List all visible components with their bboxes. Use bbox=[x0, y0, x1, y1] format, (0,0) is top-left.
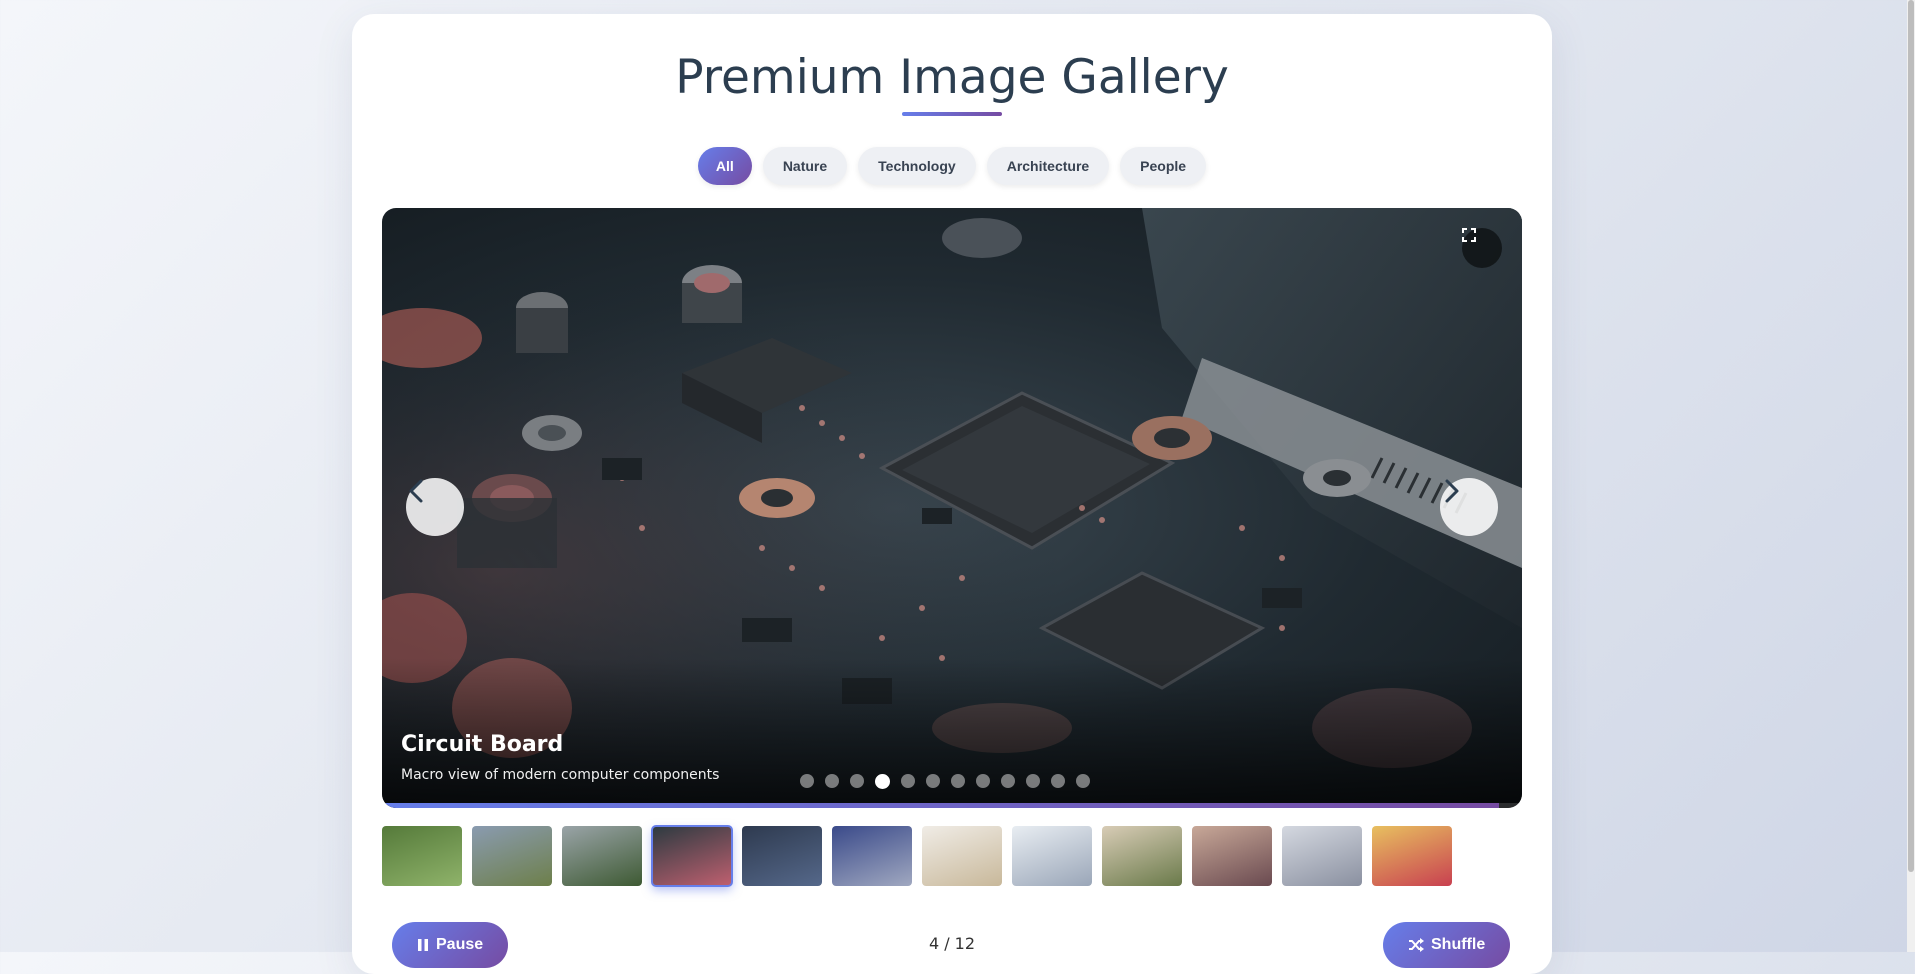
shuffle-label: Shuffle bbox=[1431, 936, 1486, 953]
slide-dot-1[interactable] bbox=[800, 774, 814, 788]
slide-dot-10[interactable] bbox=[1026, 774, 1040, 788]
slide-dot-11[interactable] bbox=[1051, 774, 1065, 788]
image-title: Circuit Board bbox=[401, 732, 564, 757]
thumbnail-5[interactable] bbox=[742, 826, 822, 886]
thumbnail-10[interactable] bbox=[1192, 826, 1272, 886]
thumbnail-7[interactable] bbox=[922, 826, 1002, 886]
shuffle-icon bbox=[1409, 938, 1424, 952]
pause-button[interactable]: Pause bbox=[392, 922, 509, 968]
slide-dot-5[interactable] bbox=[901, 774, 915, 788]
next-button[interactable] bbox=[1440, 478, 1498, 536]
thumbnail-2[interactable] bbox=[472, 826, 552, 886]
filter-technology-button[interactable]: Technology bbox=[858, 147, 976, 185]
chevron-left-icon bbox=[409, 479, 423, 503]
slide-dot-12[interactable] bbox=[1076, 774, 1090, 788]
thumbnail-6[interactable] bbox=[832, 826, 912, 886]
slide-dot-2[interactable] bbox=[825, 774, 839, 788]
thumbnail-strip bbox=[382, 825, 1452, 887]
slide-dot-8[interactable] bbox=[976, 774, 990, 788]
title-underline bbox=[902, 112, 1002, 116]
autoplay-progress bbox=[382, 803, 1522, 808]
autoplay-progress-fill bbox=[382, 803, 1500, 808]
expand-icon bbox=[1462, 228, 1476, 242]
pause-icon bbox=[418, 939, 428, 951]
filter-architecture-button[interactable]: Architecture bbox=[986, 147, 1110, 185]
thumbnail-11[interactable] bbox=[1282, 826, 1362, 886]
image-description: Macro view of modern computer components bbox=[401, 767, 720, 783]
thumbnail-1[interactable] bbox=[382, 826, 462, 886]
slide-dot-4[interactable] bbox=[875, 773, 890, 789]
slide-dot-7[interactable] bbox=[951, 774, 965, 788]
slide-dot-9[interactable] bbox=[1001, 774, 1015, 788]
filter-all-button[interactable]: All bbox=[697, 147, 752, 185]
filter-people-button[interactable]: People bbox=[1120, 147, 1207, 185]
filter-nature-button[interactable]: Nature bbox=[762, 147, 848, 185]
pause-label: Pause bbox=[436, 936, 484, 953]
slide-dot-3[interactable] bbox=[850, 774, 864, 788]
main-image-viewer[interactable]: Circuit Board Macro view of modern compu… bbox=[382, 208, 1522, 808]
thumbnail-12[interactable] bbox=[1372, 826, 1452, 886]
scrollbar-thumb[interactable] bbox=[1908, 0, 1914, 872]
thumbnail-9[interactable] bbox=[1102, 826, 1182, 886]
thumbnail-4[interactable] bbox=[651, 825, 733, 887]
fullscreen-button[interactable] bbox=[1462, 228, 1502, 268]
slide-counter: 4 / 12 bbox=[928, 934, 976, 953]
previous-button[interactable] bbox=[406, 478, 464, 536]
filter-bar: All Nature Technology Architecture Peopl… bbox=[352, 147, 1552, 185]
gallery-card: Premium Image Gallery All Nature Technol… bbox=[352, 14, 1552, 974]
slide-indicators bbox=[800, 773, 1090, 789]
slide-dot-6[interactable] bbox=[926, 774, 940, 788]
thumbnail-8[interactable] bbox=[1012, 826, 1092, 886]
page-title: Premium Image Gallery bbox=[675, 50, 1229, 105]
page-scrollbar[interactable] bbox=[1907, 0, 1915, 952]
thumbnail-3[interactable] bbox=[562, 826, 642, 886]
shuffle-button[interactable]: Shuffle bbox=[1383, 922, 1511, 968]
chevron-right-icon bbox=[1445, 479, 1459, 503]
